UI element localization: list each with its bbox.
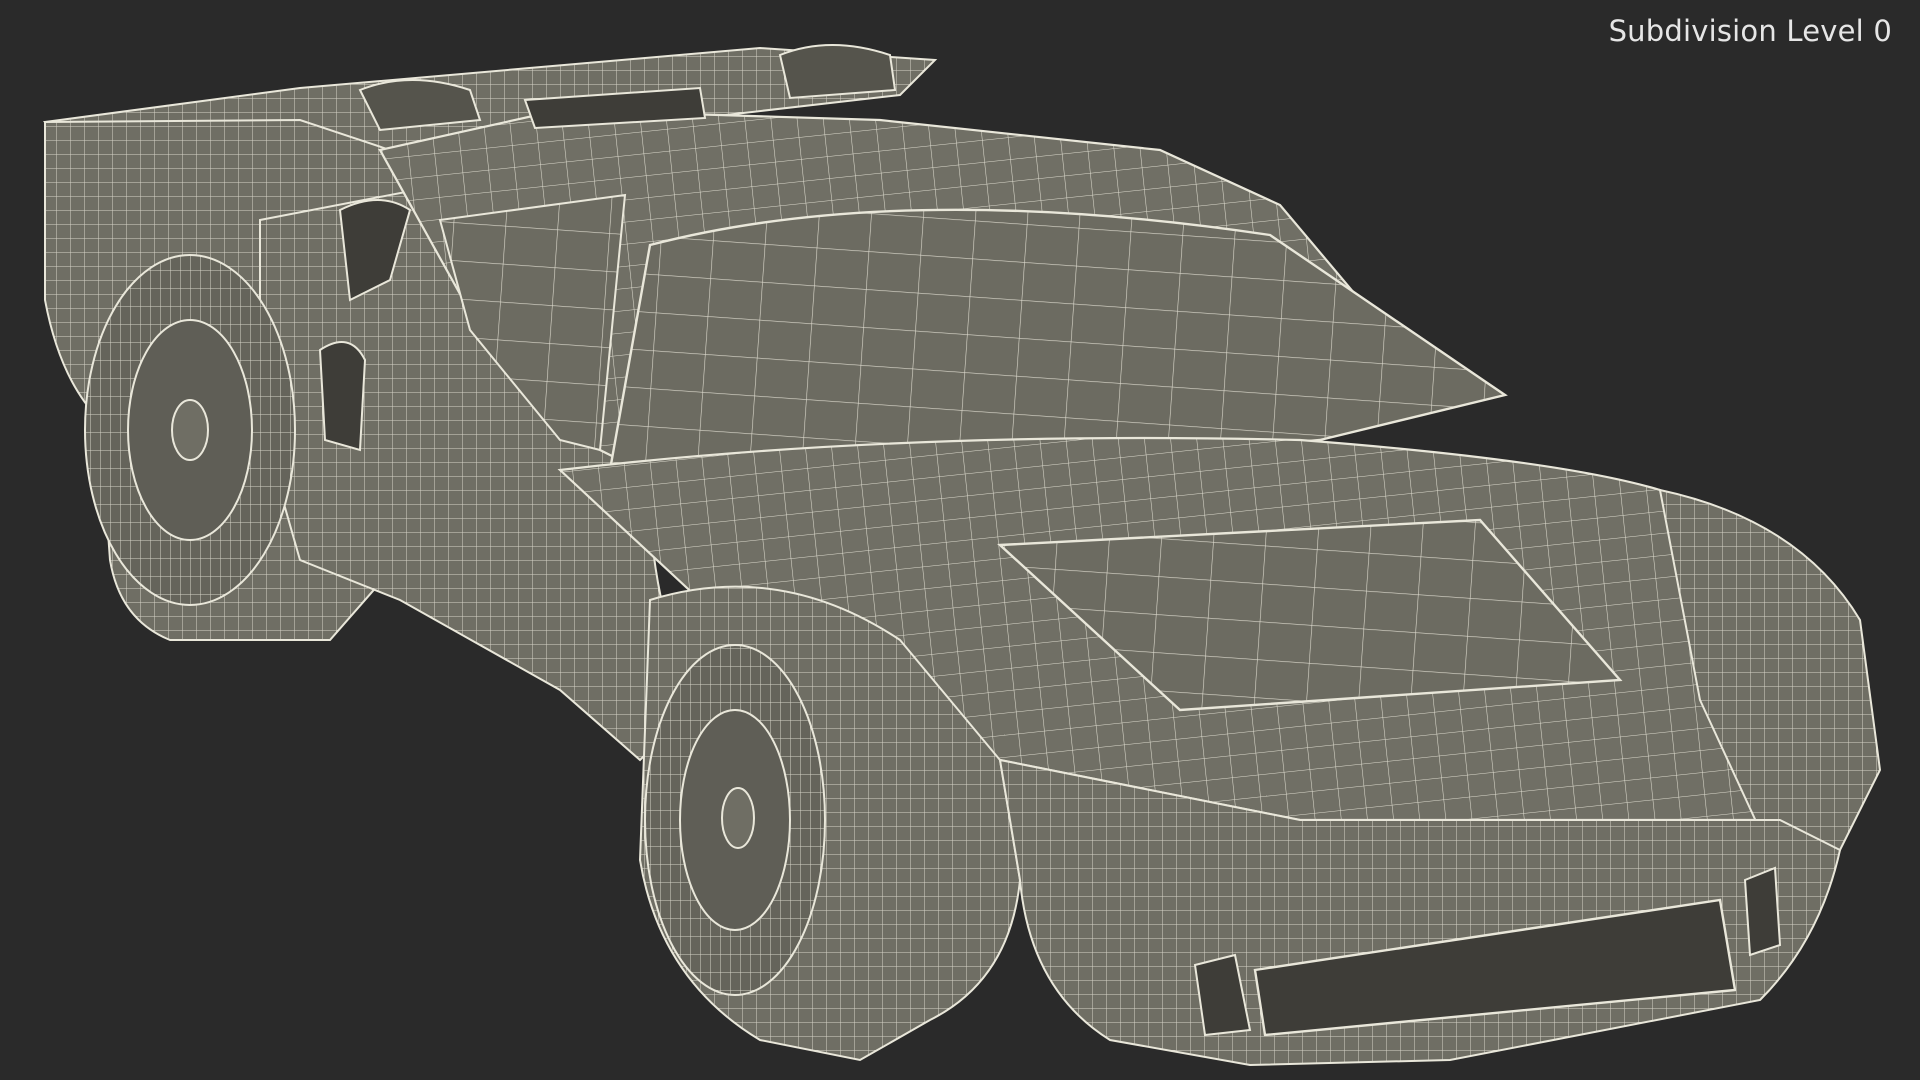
rear-wheel bbox=[84, 254, 296, 606]
roof-scoop-right bbox=[778, 44, 897, 100]
side-intake-lower bbox=[318, 341, 367, 452]
windshield bbox=[608, 208, 1508, 472]
wireframe-render bbox=[42, 44, 1882, 1067]
subdivision-level-label: Subdivision Level 0 bbox=[1608, 14, 1892, 48]
front-wheel bbox=[644, 644, 826, 996]
3d-viewport[interactable]: Subdivision Level 0 bbox=[0, 0, 1920, 1080]
headlight-right bbox=[1743, 866, 1782, 957]
roof-scoop-left bbox=[358, 79, 482, 132]
